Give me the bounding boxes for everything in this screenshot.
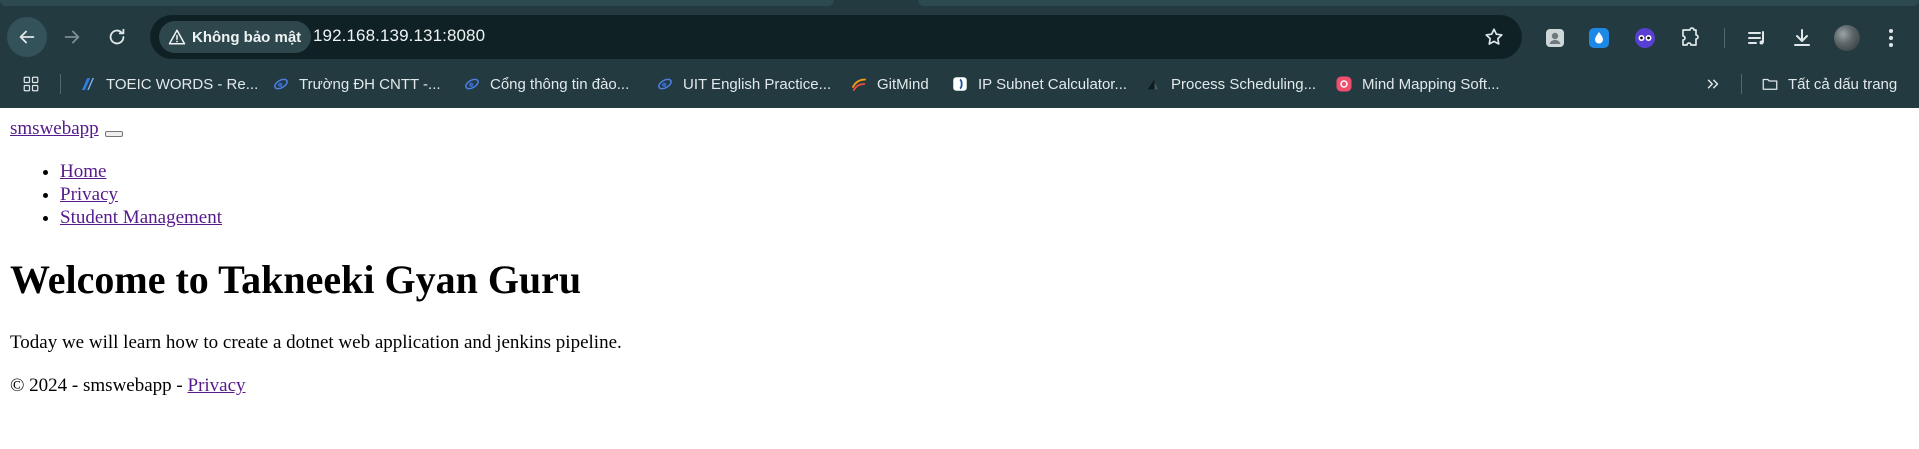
download-icon[interactable] (1789, 25, 1815, 51)
all-bookmarks-button[interactable]: Tất cả dấu trang (1761, 68, 1897, 100)
sail-logo-icon (1144, 75, 1162, 93)
profile-avatar[interactable] (1834, 25, 1860, 51)
browser-toolbar: Không bảo mật 192.168.139.131:8080 (0, 12, 1919, 62)
gitmind-logo-icon (850, 75, 868, 93)
bookmark-item-toeic[interactable]: TOEIC WORDS - Re... (79, 68, 258, 100)
uit-logo-icon (463, 75, 481, 93)
security-label: Không bảo mật (192, 28, 302, 46)
folder-icon (1761, 75, 1779, 93)
bookmarks-divider (60, 74, 61, 94)
nav-item-home: Home (60, 160, 222, 183)
warning-icon (168, 29, 186, 45)
mindmap-logo-icon (1335, 75, 1353, 93)
footer-copyright: © 2024 - smswebapp - (10, 375, 188, 396)
bookmark-item-gitmind[interactable]: GitMind (850, 68, 929, 100)
bookmark-label: UIT English Practice... (683, 75, 832, 93)
footer: © 2024 - smswebapp - Privacy (10, 375, 246, 397)
reload-icon (109, 28, 125, 45)
bookmark-item-process[interactable]: Process Scheduling... (1144, 68, 1316, 100)
tab-strip-edge (0, 0, 834, 6)
bookmark-item-mindmap[interactable]: Mind Mapping Soft... (1335, 68, 1500, 100)
uit-logo-icon (272, 75, 290, 93)
bookmark-item-uit[interactable]: Trường ĐH CNTT -... (272, 68, 441, 100)
bookmark-item-daotao[interactable]: Cổng thông tin đào... (463, 68, 629, 100)
bookmark-label: Process Scheduling... (1171, 75, 1317, 93)
apps-grid-icon (22, 75, 40, 93)
bookmark-label: IP Subnet Calculator... (978, 75, 1127, 93)
star-icon[interactable] (1483, 26, 1505, 48)
reload-button[interactable] (97, 17, 137, 57)
page-title: Welcome to Takneeki Gyan Guru (10, 257, 582, 302)
site-security-chip[interactable]: Không bảo mật (159, 21, 312, 53)
nav-list: Home Privacy Student Management (10, 160, 222, 229)
address-bar[interactable]: Không bảo mật 192.168.139.131:8080 (150, 15, 1522, 59)
puzzle-icon[interactable] (1677, 25, 1703, 51)
bookmark-item-uit-english[interactable]: UIT English Practice... (656, 68, 831, 100)
navbar: smswebapp (10, 118, 123, 140)
footer-privacy-link[interactable]: Privacy (188, 375, 246, 396)
uit-logo-icon (656, 75, 674, 93)
nav-link-privacy[interactable]: Privacy (60, 184, 118, 205)
bookmarks-divider (1741, 74, 1742, 94)
nav-item-student-management: Student Management (60, 206, 222, 229)
bookmark-label: TOEIC WORDS - Re... (106, 75, 259, 93)
bookmark-label: GitMind (877, 75, 929, 93)
url-text[interactable]: 192.168.139.131:8080 (313, 26, 485, 46)
extension-contacts-icon[interactable] (1542, 25, 1568, 51)
ribbon-icon (79, 75, 97, 93)
nav-item-privacy: Privacy (60, 183, 222, 206)
chevron-double-right-icon (1704, 75, 1722, 93)
nav-link-student-management[interactable]: Student Management (60, 207, 222, 228)
arrow-left-icon (19, 30, 35, 44)
tab-strip-edge-right (918, 0, 1919, 6)
kebab-menu-icon[interactable] (1878, 25, 1904, 51)
navbar-toggle-button[interactable] (104, 130, 123, 137)
toolbar-divider (1724, 28, 1725, 48)
all-bookmarks-label: Tất cả dấu trang (1788, 75, 1898, 93)
browser-chrome: Không bảo mật 192.168.139.131:8080 TOEIC… (0, 0, 1919, 108)
bookmarks-bar: TOEIC WORDS - Re... Trường ĐH CNTT -... … (0, 68, 1919, 100)
bookmark-label: Mind Mapping Soft... (1362, 75, 1500, 93)
back-button[interactable] (7, 17, 47, 57)
extension-monster-icon[interactable] (1632, 25, 1658, 51)
bookmark-label: Trường ĐH CNTT -... (299, 75, 441, 93)
forward-button[interactable] (52, 17, 92, 57)
more-bookmarks-button[interactable] (1704, 68, 1722, 100)
nav-link-home[interactable]: Home (60, 161, 106, 182)
apps-button[interactable] (22, 68, 40, 100)
bookmark-label: Cổng thông tin đào... (490, 75, 630, 93)
arrow-right-icon (64, 30, 80, 44)
reading-list-icon[interactable] (1744, 25, 1770, 51)
subnet-logo-icon (951, 75, 969, 93)
extension-water-drop-icon[interactable] (1586, 25, 1612, 51)
brand-link[interactable]: smswebapp (10, 118, 99, 139)
bookmark-item-subnet[interactable]: IP Subnet Calculator... (951, 68, 1127, 100)
intro-paragraph: Today we will learn how to create a dotn… (10, 332, 622, 353)
